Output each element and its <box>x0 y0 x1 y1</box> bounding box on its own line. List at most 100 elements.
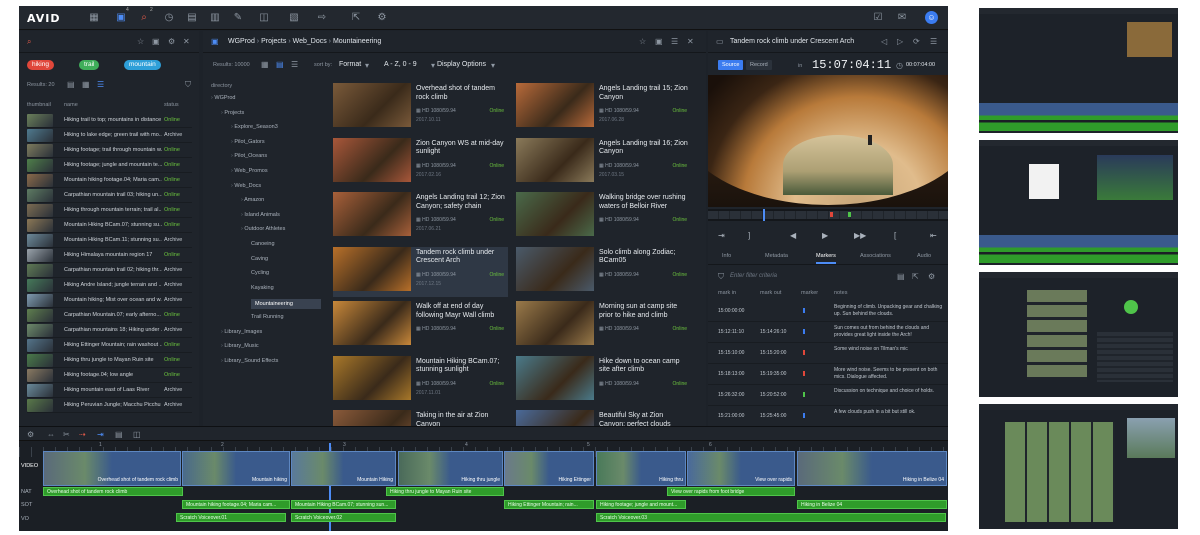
step-back-icon[interactable]: ] <box>748 231 750 240</box>
list-item[interactable]: Mountain hiking footage.04; Maria cam...… <box>27 173 192 188</box>
scrub-bar[interactable] <box>708 209 948 221</box>
rewind-icon[interactable]: ◀ <box>790 231 796 240</box>
list-item[interactable]: Hiking footage.04; low angle Online <box>27 368 192 383</box>
close-icon[interactable]: ✕ <box>183 37 190 46</box>
list-item[interactable]: Hiking footage; jungle and mountain te..… <box>27 158 192 173</box>
timecode-display[interactable]: 15:07:04:11 <box>812 58 891 72</box>
overwrite-icon[interactable]: ⇥ <box>97 430 104 439</box>
video-clip[interactable]: Mountain hiking <box>182 451 290 486</box>
document-icon[interactable]: ▤ <box>897 272 905 281</box>
video-clip[interactable]: View over rapids <box>687 451 795 486</box>
list-item[interactable]: Hiking trail to top; mountains in distan… <box>27 113 192 128</box>
timeline-settings-icon[interactable]: ⚙ <box>27 430 34 439</box>
mark-in-icon[interactable]: ⇥ <box>718 231 725 240</box>
media-card[interactable]: Angels Landing trail 12; Zion Canyon; sa… <box>333 192 508 242</box>
share-icon[interactable]: ⇱ <box>349 11 363 25</box>
playhead[interactable] <box>763 209 765 221</box>
nat-clip[interactable]: View over rapids from foot bridge <box>667 487 795 496</box>
media-card[interactable]: Walking bridge over rushing waters of Be… <box>516 192 691 242</box>
sot-clip[interactable]: Mountain hiking footage.04; Maria cam... <box>182 500 290 509</box>
marker-row[interactable]: 15:21:00:00 15:25:45:00 A few clouds push … <box>708 406 948 427</box>
tab-associations[interactable]: Associations <box>860 253 891 259</box>
thumbnail-screenshot-1[interactable] <box>979 8 1178 133</box>
media-card[interactable]: Angels Landing trail 15; Zion Canyon ▦ HD… <box>516 83 691 133</box>
marker-row[interactable]: 15:12:11:10 15:14:26:10 Sun comes out from… <box>708 322 948 343</box>
layers-icon[interactable]: ◫ <box>257 11 271 25</box>
list-item[interactable]: Hiking thru jungle to Mayan Ruin site Onl… <box>27 353 192 368</box>
export-icon[interactable]: ⇨ <box>315 11 329 25</box>
video-clip[interactable]: Hiking in Belize 04 <box>797 451 947 486</box>
list-item[interactable]: Hiking Peruvian Jungle; Macchu Picchu Arc… <box>27 398 192 413</box>
filter-chip[interactable]: mountain <box>124 60 161 70</box>
play-icon[interactable]: ▶ <box>822 231 828 240</box>
clock-icon[interactable]: ◷ <box>162 11 176 25</box>
search-icon[interactable]: ⌕ <box>137 11 151 25</box>
marker-row[interactable]: 15:26:32:00 15:20:52:00 Discussion on tech… <box>708 385 948 406</box>
search-icon[interactable]: ⌕ <box>27 37 31 47</box>
sot-clip[interactable]: Hiking footage; jungle and mount... <box>596 500 686 509</box>
track-label-sot[interactable]: SOT <box>21 502 32 508</box>
track-label-nat[interactable]: NAT <box>21 489 32 495</box>
sot-clip[interactable]: Mountain Hiking BCam.07; stunning sun... <box>291 500 396 509</box>
mark-out-icon[interactable]: ⇤ <box>930 231 937 240</box>
list-item[interactable]: Hiking mountain east of Laas River Archiv… <box>27 383 192 398</box>
tab-info[interactable]: Info <box>722 253 731 259</box>
sot-clip[interactable]: Hiking Ettinger Mountain; rain... <box>504 500 594 509</box>
grid-icon[interactable]: ▦ <box>87 11 101 25</box>
list-item[interactable]: Carpathian mountain trail 03; hiking un.… <box>27 188 192 203</box>
list-item[interactable]: Mountain hiking; Mist over ocean and w..… <box>27 293 192 308</box>
col-name[interactable]: name <box>64 102 78 108</box>
marker-row[interactable]: 15:00:00:00 Beginning of climb. Unpacking… <box>708 301 948 322</box>
chevron-right-icon[interactable]: ▷ <box>897 37 903 46</box>
video-clip[interactable]: Overhead shot of tandem rock climb <box>43 451 181 486</box>
list-item[interactable]: Hiking through mountain terrain; trail a… <box>27 203 192 218</box>
col-thumbnail[interactable]: thumbnail <box>27 102 51 108</box>
source-button[interactable]: Source <box>718 60 744 70</box>
vo-clip[interactable]: Scratch Voiceover.03 <box>596 513 946 522</box>
media-card[interactable]: Overhead shot of tandem rock climb ▦ HD 1… <box>333 83 508 133</box>
user-avatar[interactable]: ☺ <box>925 11 938 24</box>
col-marker[interactable]: marker <box>801 290 818 296</box>
col-status[interactable]: status <box>164 102 179 108</box>
refresh-icon[interactable]: ⟳ <box>913 37 920 46</box>
media-card[interactable]: Mountain Hiking BCam.07; stunning sunlig… <box>333 355 508 406</box>
list-item[interactable]: Mountain Hiking BCam.07; stunning su... O… <box>27 218 192 233</box>
export-icon[interactable]: ⇱ <box>912 272 919 281</box>
tab-audio[interactable]: Audio <box>917 253 931 259</box>
track-label-vo[interactable]: VO <box>21 516 29 522</box>
nat-clip[interactable]: Hiking thru jungle to Mayan Ruin site <box>386 487 504 496</box>
list-item[interactable]: Carpathian mountain trail 02; hiking thr… <box>27 263 192 278</box>
list-item[interactable]: Carpathian mountains 18; Hiking under ..… <box>27 323 192 338</box>
media-card[interactable]: Angels Landing trail 16; Zion Canyon ▦ HD… <box>516 137 691 188</box>
audio-icon[interactable]: ◫ <box>133 430 141 439</box>
media-card[interactable]: Morning sun at camp site prior to hike a… <box>516 301 691 351</box>
record-button[interactable]: Record <box>746 60 772 70</box>
media-card[interactable]: Hike down to ocean camp site after climb… <box>516 355 691 406</box>
save-icon[interactable]: ▣ <box>152 37 160 46</box>
inbox-icon[interactable]: ▤ <box>185 11 199 25</box>
video-clip[interactable]: Mountain Hiking <box>291 451 396 486</box>
settings-icon[interactable]: ⚙ <box>375 11 389 25</box>
list-item[interactable]: Carpathian Mountain.07; early afterno...… <box>27 308 192 323</box>
media-card[interactable]: Solo climb along Zodiac; BCam05 ▦ HD 1080… <box>516 246 691 297</box>
marker-row[interactable]: 15:15:10:00 15:15:20:00 Some wind noise on… <box>708 343 948 364</box>
tab-markers[interactable]: Markers <box>816 253 836 264</box>
col-notes[interactable]: notes <box>834 290 847 296</box>
list-view-icon[interactable]: ▤ <box>67 80 75 89</box>
filter-chip[interactable]: trail <box>79 60 100 70</box>
detail-view-icon[interactable]: ☰ <box>97 80 104 89</box>
video-clip[interactable]: Hiking thru <box>596 451 686 486</box>
edit-icon[interactable]: ✎ <box>231 11 245 25</box>
vo-clip[interactable]: Scratch Voiceover.02 <box>291 513 396 522</box>
delete-icon[interactable]: ▤ <box>115 430 123 439</box>
nat-clip[interactable]: Overhead shot of tandem rock climb <box>43 487 183 496</box>
thumbnail-screenshot-3[interactable] <box>979 272 1178 397</box>
list-item[interactable]: Mountain Hiking BCam.11; stunning su... A… <box>27 233 192 248</box>
thumbnail-screenshot-4[interactable] <box>979 404 1178 529</box>
gear-icon[interactable]: ⚙ <box>168 37 175 46</box>
tab-metadata[interactable]: Metadata <box>765 253 788 259</box>
track-label-video[interactable]: VIDEO <box>21 463 38 469</box>
document-icon[interactable]: ▥ <box>208 11 222 25</box>
lift-icon[interactable]: ⇢ <box>79 430 86 439</box>
media-card[interactable]: Zion Canyon WS at mid-day sunlight ▦ HD 1… <box>333 137 508 188</box>
